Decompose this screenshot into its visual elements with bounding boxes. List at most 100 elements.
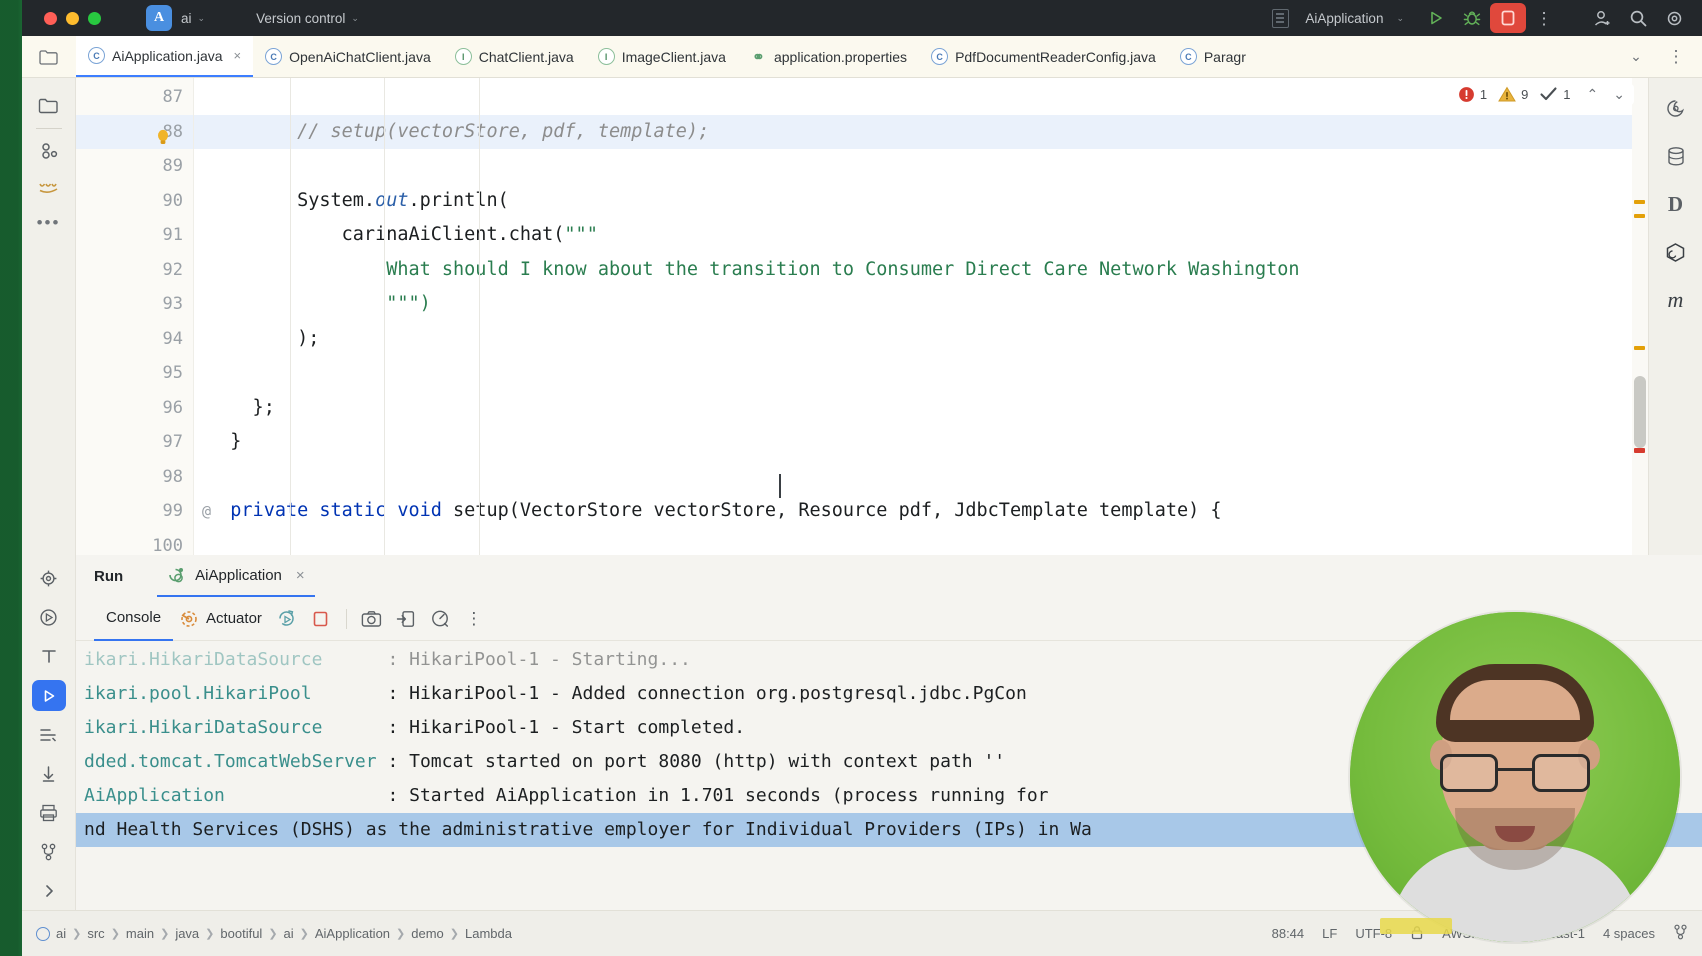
- structure-t-button[interactable]: [30, 637, 68, 676]
- run-tool-window-button[interactable]: [31, 679, 66, 712]
- close-icon[interactable]: ×: [234, 48, 242, 63]
- tab-options-button[interactable]: ⋮: [1658, 42, 1694, 72]
- sidebar-item-project[interactable]: [30, 88, 68, 124]
- line-number[interactable]: 98: [76, 460, 193, 495]
- editor-tab-paragr[interactable]: C Paragr: [1168, 36, 1258, 77]
- build-button[interactable]: [30, 715, 68, 754]
- line-number[interactable]: 94: [76, 322, 193, 357]
- line-number[interactable]: 96: [76, 391, 193, 426]
- code-line[interactable]: // setup(vectorStore, pdf, template);: [194, 114, 1648, 149]
- run-button[interactable]: [1418, 3, 1454, 33]
- sidebar-item-database[interactable]: [1657, 132, 1695, 180]
- line-number-gutter[interactable]: 87 88 89 90 91 92 93 94 95 96 97 98 99 @ 100: [76, 78, 211, 575]
- breadcrumb-item[interactable]: ai: [284, 926, 294, 941]
- settings-button[interactable]: [1656, 3, 1692, 33]
- project-badge[interactable]: A: [146, 5, 172, 31]
- previous-problem-button[interactable]: ⌃: [1582, 86, 1604, 103]
- services-button[interactable]: [30, 598, 68, 637]
- code-lines[interactable]: // setup(vectorStore, pdf, template); Sy…: [194, 78, 1648, 575]
- window-controls[interactable]: [44, 11, 101, 25]
- project-selector[interactable]: ai ⌄: [172, 11, 205, 26]
- sidebar-item-ai-assistant[interactable]: [1657, 84, 1695, 132]
- sidebar-item-maven-m[interactable]: m: [1657, 276, 1695, 324]
- editor-tab-imageclient-java[interactable]: I ImageClient.java: [586, 36, 738, 77]
- editor-marker-lane[interactable]: [1632, 78, 1648, 575]
- code-line[interactable]: [194, 149, 1648, 184]
- tab-bar-folder-icon[interactable]: [22, 36, 76, 77]
- code-line[interactable]: [194, 460, 1648, 495]
- code-line[interactable]: What should I know about the transition …: [194, 253, 1648, 288]
- line-number[interactable]: 90: [76, 184, 193, 219]
- version-control-menu[interactable]: Version control ⌄: [247, 11, 359, 26]
- editor-tab-openaichatclient-java[interactable]: C OpenAiChatClient.java: [253, 36, 443, 77]
- print-button[interactable]: [30, 793, 68, 832]
- code-line[interactable]: );: [194, 322, 1648, 357]
- line-number[interactable]: 91: [76, 218, 193, 253]
- sidebar-item-maven[interactable]: [1657, 228, 1695, 276]
- inspection-widget[interactable]: 1 9 1 ⌃ ⌄: [1453, 84, 1634, 105]
- close-icon[interactable]: ×: [296, 567, 305, 584]
- code-line[interactable]: private static void setup(VectorStore ve…: [194, 494, 1648, 529]
- rerun-button[interactable]: [270, 604, 304, 634]
- breadcrumb-item[interactable]: bootiful: [220, 926, 262, 941]
- breadcrumb-item[interactable]: java: [175, 926, 199, 941]
- profiler-gauge-button[interactable]: [423, 604, 457, 634]
- more-actions-button[interactable]: ⋮: [1526, 3, 1562, 33]
- settings-gear-button[interactable]: [30, 559, 68, 598]
- editor-tab-pdfdocumentreaderconfig-java[interactable]: C PdfDocumentReaderConfig.java: [919, 36, 1168, 77]
- code-line[interactable]: carinaAiClient.chat(""": [194, 218, 1648, 253]
- breadcrumb-item[interactable]: main: [126, 926, 154, 941]
- stop-button[interactable]: [1490, 3, 1526, 33]
- code-line[interactable]: [194, 356, 1648, 391]
- code-editor[interactable]: 1 9 1 ⌃ ⌄ 87 88 89 90 91 92 93 94 95 96 97 98 99 @100: [76, 78, 1648, 575]
- breadcrumb-item[interactable]: demo: [411, 926, 444, 941]
- next-problem-button[interactable]: ⌄: [1608, 86, 1630, 103]
- sidebar-item-commit[interactable]: [30, 133, 68, 169]
- tab-actuator[interactable]: Actuator: [173, 597, 270, 641]
- stop-process-button[interactable]: [304, 604, 338, 634]
- code-line[interactable]: };: [194, 391, 1648, 426]
- sidebar-item-docker[interactable]: D: [1657, 180, 1695, 228]
- code-line[interactable]: """): [194, 287, 1648, 322]
- intention-bulb-icon[interactable]: [156, 124, 170, 144]
- breadcrumb[interactable]: ai ❯ src ❯ main ❯ java ❯ bootiful ❯ ai ❯ AiApplicati…: [36, 926, 512, 941]
- line-separator[interactable]: LF: [1322, 926, 1337, 941]
- editor-tab-chatclient-java[interactable]: I ChatClient.java: [443, 36, 586, 77]
- breadcrumb-item[interactable]: AiApplication: [315, 926, 390, 941]
- account-button[interactable]: [1584, 3, 1620, 33]
- scroll-to-end-button[interactable]: [30, 754, 68, 793]
- editor-tab-application-properties[interactable]: ⚭ application.properties: [738, 36, 919, 77]
- open-external-button[interactable]: [389, 604, 423, 634]
- maximize-window-button[interactable]: [88, 11, 101, 25]
- tab-list-dropdown[interactable]: ⌄: [1618, 42, 1654, 72]
- run-configuration-selector[interactable]: AiApplication ⌄: [1272, 8, 1404, 28]
- editor-vertical-scroll-thumb[interactable]: [1634, 376, 1646, 448]
- line-number[interactable]: 97: [76, 425, 193, 460]
- code-line[interactable]: System.out.println(: [194, 184, 1648, 219]
- editor-tab-aiapplication-java[interactable]: C AiApplication.java ×: [76, 36, 254, 77]
- line-number[interactable]: 92: [76, 253, 193, 288]
- screenshot-button[interactable]: [355, 604, 389, 634]
- caret-position[interactable]: 88:44: [1272, 926, 1305, 941]
- line-number[interactable]: 87: [76, 80, 193, 115]
- line-number[interactable]: 95: [76, 356, 193, 391]
- search-everywhere-button[interactable]: [1620, 3, 1656, 33]
- run-tab-aiapplication[interactable]: AiApplication ×: [157, 555, 315, 597]
- breadcrumb-item[interactable]: src: [87, 926, 104, 941]
- line-number[interactable]: 93: [76, 287, 193, 322]
- close-window-button[interactable]: [44, 11, 57, 25]
- breadcrumb-item[interactable]: Lambda: [465, 926, 512, 941]
- minimize-window-button[interactable]: [66, 11, 79, 25]
- console-more-button[interactable]: ⋮: [457, 604, 491, 634]
- expand-rail-button[interactable]: [30, 871, 68, 910]
- code-area[interactable]: 87 88 89 90 91 92 93 94 95 96 97 98 99 @100 // setup(…: [76, 78, 1648, 575]
- line-number[interactable]: 99 @: [76, 494, 211, 529]
- breadcrumb-item[interactable]: ai: [56, 926, 66, 941]
- line-number[interactable]: 88: [76, 114, 193, 149]
- line-number[interactable]: 89: [76, 149, 193, 184]
- git-branch-button[interactable]: [30, 832, 68, 871]
- sidebar-item-more[interactable]: •••: [30, 205, 68, 241]
- code-line[interactable]: }: [194, 425, 1648, 460]
- code-line[interactable]: [194, 80, 1648, 115]
- sidebar-item-aws[interactable]: [30, 169, 68, 205]
